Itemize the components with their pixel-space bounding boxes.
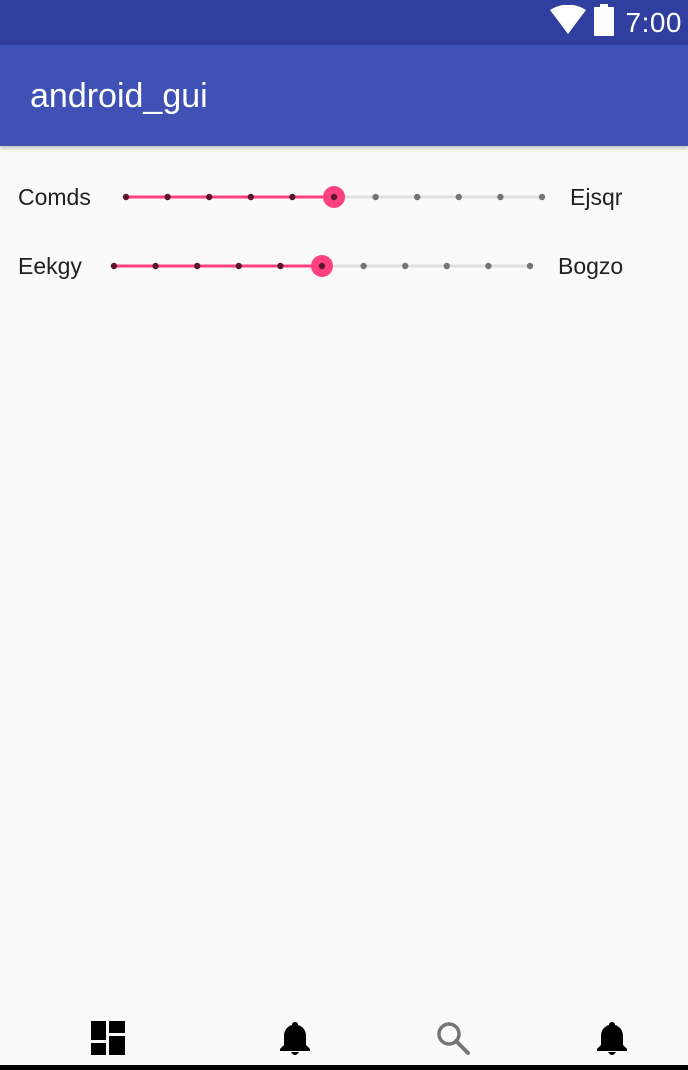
wifi-icon — [549, 4, 586, 40]
slider-tick-mark — [402, 262, 409, 270]
discrete-slider[interactable] — [112, 172, 556, 222]
slider-svg — [122, 186, 546, 208]
slider-tick-mark — [277, 262, 284, 270]
slider-tick-mark — [206, 193, 213, 201]
bell-icon — [596, 1020, 628, 1061]
slider-tick-mark — [110, 262, 118, 270]
slider-tick-mark — [538, 193, 546, 201]
slider-tick-mark — [372, 193, 379, 201]
app-bar: android_gui — [0, 45, 688, 146]
slider-row: Comds Ejsqr — [0, 172, 688, 222]
app-title: android_gui — [30, 77, 208, 115]
slider-tick-mark — [497, 193, 504, 201]
slider-tick-mark — [330, 193, 338, 201]
slider-row: Eekgy Bogzo — [0, 241, 688, 291]
slider-tick-mark — [318, 262, 326, 270]
slider-tick-mark — [360, 262, 367, 270]
slider-tick-mark — [152, 262, 159, 270]
search-icon — [436, 1021, 470, 1060]
slider-tick-mark — [455, 193, 462, 201]
status-time: 7:00 — [625, 6, 682, 38]
status-icons: 7:00 — [549, 0, 683, 45]
slider-tick-mark — [247, 193, 254, 201]
slider-tick-mark — [194, 262, 201, 270]
status-bar: 7:00 — [0, 0, 688, 45]
dashboard-icon — [91, 1020, 125, 1060]
slider-tick-mark — [414, 193, 421, 201]
nav-item-dashboard[interactable] — [78, 1020, 138, 1060]
slider-tick-mark — [289, 193, 296, 201]
slider-tick-mark — [122, 193, 130, 201]
nav-item-notifications[interactable] — [265, 1020, 325, 1060]
slider-tick-mark — [485, 262, 492, 270]
nav-item-alerts[interactable] — [582, 1020, 642, 1060]
slider-svg — [110, 255, 534, 277]
slider-right-label: Bogzo — [558, 253, 624, 279]
discrete-slider[interactable] — [100, 241, 544, 291]
nav-item-search[interactable] — [423, 1020, 483, 1060]
slider-left-label: Comds — [18, 184, 91, 210]
system-nav-bar-edge — [0, 1065, 688, 1070]
slider-tick-mark — [235, 262, 242, 270]
screen: 7:00 android_gui Comds Ejsqr Eekgy Bogzo — [0, 0, 688, 1070]
battery-icon — [593, 4, 614, 41]
slider-tick-mark — [443, 262, 450, 270]
bell-icon — [279, 1020, 311, 1061]
slider-tick-mark — [526, 262, 534, 270]
slider-tick-mark — [164, 193, 171, 201]
slider-left-label: Eekgy — [18, 253, 82, 279]
slider-right-label: Ejsqr — [570, 184, 623, 210]
bottom-navigation — [0, 1010, 688, 1070]
